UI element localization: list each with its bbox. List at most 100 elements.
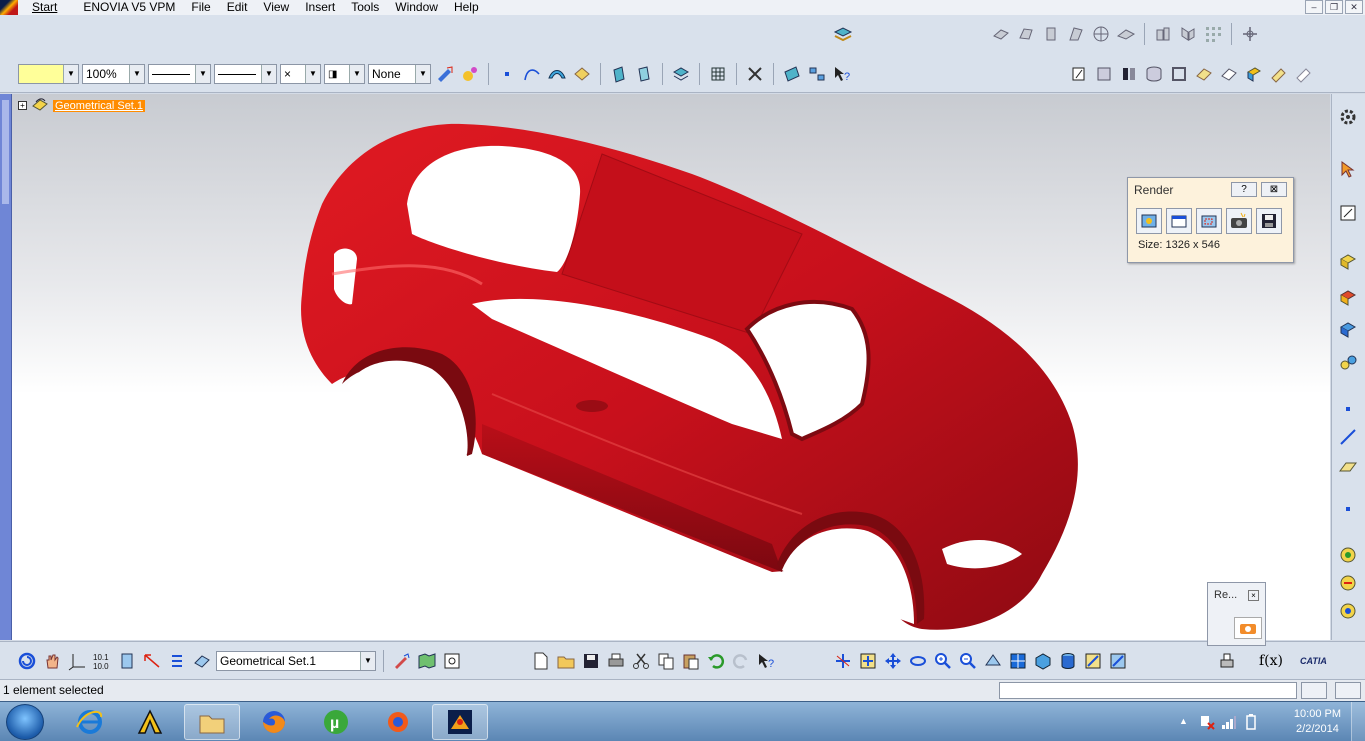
taskbar-clock[interactable]: 10:00 PM 2/2/2014 — [1294, 707, 1341, 737]
line-tool-icon[interactable] — [1337, 426, 1359, 448]
fly-mode-icon[interactable] — [832, 650, 854, 672]
points-icon[interactable] — [1337, 352, 1359, 374]
3d-viewport[interactable] — [12, 94, 1330, 640]
fill-color-combo[interactable]: ▼ — [18, 64, 79, 84]
paste-icon[interactable] — [680, 650, 702, 672]
paint-brush-icon[interactable] — [391, 650, 413, 672]
sweep-icon[interactable] — [1065, 23, 1087, 45]
menu-enovia[interactable]: ENOVIA V5 VPM — [75, 0, 183, 15]
point-icon[interactable] — [496, 63, 518, 85]
formula-button[interactable]: f(x) — [1259, 653, 1283, 669]
undo-icon[interactable] — [705, 650, 727, 672]
axis-icon[interactable] — [66, 650, 88, 672]
firefox-icon[interactable] — [246, 704, 302, 740]
mini-render-close-button[interactable]: × — [1248, 590, 1259, 601]
features-red-icon[interactable] — [1337, 286, 1359, 308]
autocad-icon[interactable] — [122, 704, 178, 740]
zoom-out-icon[interactable] — [957, 650, 979, 672]
tree-scrollbar[interactable] — [0, 94, 12, 640]
help-pointer-icon[interactable]: ? — [755, 650, 777, 672]
map-icon[interactable] — [416, 650, 438, 672]
spec-tree-root[interactable]: + Geometrical Set.1 — [18, 96, 146, 115]
copy-icon[interactable] — [655, 650, 677, 672]
print-setup-icon[interactable] — [1216, 650, 1238, 672]
apply-material-icon[interactable] — [1268, 63, 1290, 85]
hide-show-icon[interactable] — [1193, 63, 1215, 85]
car-body-model[interactable] — [12, 94, 1330, 640]
render-image-button[interactable] — [1136, 208, 1162, 234]
plane-tool-icon[interactable] — [1337, 456, 1359, 478]
show-hidden-icons-icon[interactable]: ▲ — [1179, 716, 1188, 726]
grid-icon[interactable] — [707, 63, 729, 85]
menu-view[interactable]: View — [255, 0, 297, 15]
units-icon[interactable]: 10.1 10.0 — [91, 650, 113, 672]
line-thickness-combo[interactable]: ▼ — [148, 64, 211, 84]
normal-view-icon[interactable] — [1243, 63, 1265, 85]
print-icon[interactable] — [605, 650, 627, 672]
plane-icon[interactable] — [781, 63, 803, 85]
select-arrow-icon[interactable] — [1337, 158, 1359, 180]
pattern-icon[interactable] — [1202, 23, 1224, 45]
cut-icon[interactable] — [630, 650, 652, 672]
tree-scroll-thumb[interactable] — [2, 100, 9, 204]
revolve-surface-icon[interactable] — [1015, 23, 1037, 45]
render-window-button[interactable] — [1166, 208, 1192, 234]
surface-icon[interactable] — [546, 63, 568, 85]
current-set-combo[interactable]: Geometrical Set.1 ▼ — [216, 651, 376, 671]
menu-tools[interactable]: Tools — [343, 0, 387, 15]
sphere-surface-icon[interactable] — [1040, 23, 1062, 45]
painter-icon[interactable] — [434, 63, 456, 85]
point-symbol-combo[interactable]: × ▼ — [280, 64, 321, 84]
menu-start[interactable]: Start — [24, 0, 65, 15]
rendering-style-combo[interactable]: ◨ ▼ — [324, 64, 365, 84]
transformation-icon[interactable] — [670, 63, 692, 85]
shading-icon[interactable] — [1093, 63, 1115, 85]
measure-icon[interactable] — [141, 650, 163, 672]
hide-icon[interactable] — [1082, 650, 1104, 672]
publish-icon[interactable] — [1337, 600, 1359, 622]
status-restore-button[interactable] — [1301, 682, 1327, 699]
whats-this-icon[interactable]: ? — [831, 63, 853, 85]
list-icon[interactable] — [166, 650, 188, 672]
show-desktop-button[interactable] — [1351, 702, 1365, 741]
wireframe-icon[interactable] — [1168, 63, 1190, 85]
catia-app-icon[interactable] — [0, 0, 18, 15]
hand-icon[interactable] — [41, 650, 63, 672]
menu-window[interactable]: Window — [387, 0, 446, 15]
save-icon[interactable] — [580, 650, 602, 672]
point-tool-icon[interactable] — [1337, 398, 1359, 420]
swap-space-icon[interactable] — [1107, 650, 1129, 672]
extrude-surface-icon[interactable] — [990, 23, 1012, 45]
zoom-fit-icon[interactable] — [441, 650, 463, 672]
offset-icon[interactable] — [1152, 23, 1174, 45]
action-center-icon[interactable] — [1199, 714, 1215, 733]
tree-tools-icon[interactable] — [806, 63, 828, 85]
close-button[interactable]: ✕ — [1345, 0, 1363, 14]
render-region-button[interactable] — [1196, 208, 1222, 234]
customize-view-icon[interactable] — [1293, 63, 1315, 85]
rotate-icon[interactable] — [907, 650, 929, 672]
menu-help[interactable]: Help — [446, 0, 487, 15]
transparency-combo[interactable]: 100% ▼ — [82, 64, 145, 84]
normal-view-bottom-icon[interactable] — [982, 650, 1004, 672]
new-file-icon[interactable] — [530, 650, 552, 672]
firefox-alt-icon[interactable] — [370, 704, 426, 740]
knowledge-icon[interactable] — [1337, 572, 1359, 594]
camera-icon[interactable] — [1234, 617, 1262, 639]
fill-icon[interactable] — [1090, 23, 1112, 45]
menu-edit[interactable]: Edit — [219, 0, 256, 15]
update-icon[interactable] — [16, 650, 38, 672]
revolve-icon[interactable] — [633, 63, 655, 85]
help-button[interactable]: ? — [1231, 182, 1257, 197]
shading-edges-icon[interactable] — [1118, 63, 1140, 85]
fit-all-icon[interactable] — [857, 650, 879, 672]
zoom-in-icon[interactable] — [932, 650, 954, 672]
pan-icon[interactable] — [882, 650, 904, 672]
swap-visible-icon[interactable] — [1218, 63, 1240, 85]
render-camera-button[interactable] — [1226, 208, 1252, 234]
save-render-button[interactable] — [1256, 208, 1282, 234]
render-close-button[interactable]: ⊠ — [1261, 182, 1287, 197]
extrude-icon[interactable] — [608, 63, 630, 85]
sketcher-icon[interactable] — [1068, 63, 1090, 85]
multisection-icon[interactable] — [1115, 23, 1137, 45]
